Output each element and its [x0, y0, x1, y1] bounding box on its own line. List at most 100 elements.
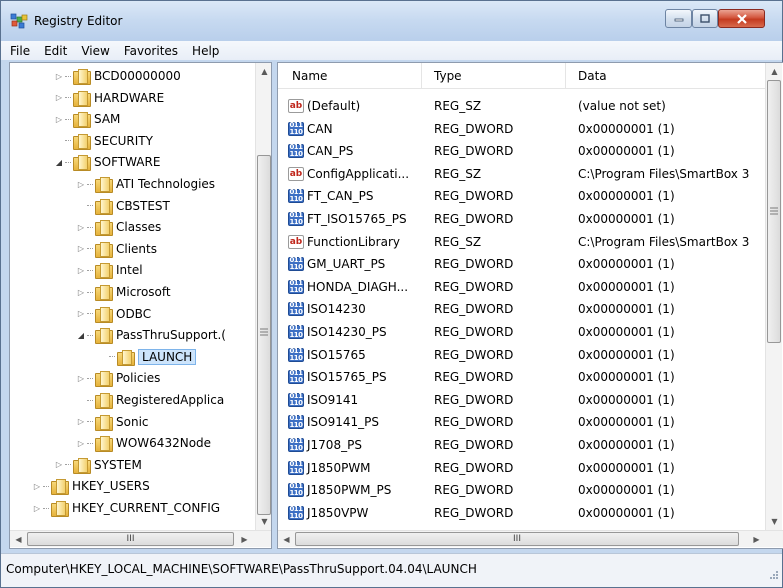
value-row[interactable]: 011 110 GM_UART_PS REG_DWORD 0x00000001 (1) — [278, 253, 765, 275]
close-button[interactable] — [718, 9, 765, 28]
tree-hscroll-thumb[interactable]: III — [27, 532, 234, 546]
value-row[interactable]: 011 110 J1708_PS REG_DWORD 0x00000001 (1) — [278, 434, 765, 456]
scroll-right-arrow-icon[interactable]: ▶ — [748, 531, 765, 548]
value-row[interactable]: 011 110 J1850PWM REG_DWORD 0x00000001 (1) — [278, 457, 765, 479]
expand-arrow-icon[interactable]: ▷ — [54, 114, 64, 124]
value-row[interactable]: 011 110 CAN REG_DWORD 0x00000001 (1) — [278, 118, 765, 140]
scroll-up-arrow-icon[interactable]: ▲ — [766, 63, 783, 80]
tree-item[interactable]: ▷ SYSTEM — [54, 454, 142, 476]
value-row[interactable]: 011 110 ISO14230_PS REG_DWORD 0x00000001 (1… — [278, 321, 765, 343]
tree-connector-line — [87, 313, 93, 315]
value-name: J1850PWM_PS — [307, 483, 392, 498]
tree-item[interactable]: RegisteredApplica — [76, 389, 224, 411]
column-header-name[interactable]: Name — [278, 63, 422, 89]
value-row[interactable]: 011 110 ISO9141 REG_DWORD 0x00000001 (1) — [278, 389, 765, 411]
tree-item[interactable]: SECURITY — [54, 130, 153, 152]
tree-item[interactable]: ▷ ODBC — [76, 303, 151, 325]
scroll-left-arrow-icon[interactable]: ◀ — [278, 531, 295, 548]
tree-item[interactable]: ▷ ATI Technologies — [76, 173, 215, 195]
expand-arrow-icon[interactable]: ▷ — [76, 265, 86, 275]
scroll-down-arrow-icon[interactable]: ▼ — [256, 513, 271, 530]
tree-item[interactable]: ▷ HKEY_USERS — [32, 475, 150, 497]
expand-arrow-icon[interactable]: ▷ — [76, 309, 86, 319]
tree-item-label: SECURITY — [94, 133, 153, 148]
tree-item[interactable]: ▷ BCD00000000 — [54, 65, 181, 87]
value-row[interactable]: 011 110 ISO15765 REG_DWORD 0x00000001 (1) — [278, 344, 765, 366]
menu-favorites[interactable]: Favorites — [117, 44, 185, 58]
tree-item[interactable]: ◢ SOFTWARE — [54, 151, 160, 173]
tree-item[interactable]: ▷ HARDWARE — [54, 87, 164, 109]
menu-edit[interactable]: Edit — [37, 44, 74, 58]
minimize-button[interactable] — [665, 9, 692, 28]
value-row[interactable]: 011 110 FT_ISO15765_PS REG_DWORD 0x00000001… — [278, 208, 765, 230]
value-row[interactable]: 011 110 HONDA_DIAGH... REG_DWORD 0x00000001… — [278, 276, 765, 298]
current-key-path: Computer\HKEY_LOCAL_MACHINE\SOFTWARE\Pas… — [6, 562, 477, 576]
expand-arrow-icon[interactable]: ▷ — [76, 287, 86, 297]
value-row[interactable]: 011 110 FT_CAN_PS REG_DWORD 0x00000001 (1) — [278, 185, 765, 207]
title-bar[interactable]: Registry Editor — [1, 1, 782, 41]
tree-item[interactable]: ◢ PassThruSupport.( — [76, 324, 226, 346]
dword-value-icon: 011 110 — [288, 482, 304, 498]
dword-value-icon: 011 110 — [288, 256, 304, 272]
tree-item[interactable]: ▷ WOW6432Node — [76, 432, 211, 454]
expand-arrow-icon[interactable]: ▷ — [54, 71, 64, 81]
tree-item-label: Classes — [116, 220, 162, 235]
expand-arrow-icon[interactable]: ▷ — [32, 503, 42, 513]
tree-item-label: BCD00000000 — [94, 69, 181, 83]
menu-help[interactable]: Help — [185, 44, 226, 58]
value-row[interactable]: 011 110 ISO9141_PS REG_DWORD 0x00000001 (1) — [278, 411, 765, 433]
value-row[interactable]: 011 110 CAN_PS REG_DWORD 0x00000001 (1) — [278, 140, 765, 162]
tree-item[interactable]: ▷ Sonic — [76, 411, 149, 433]
tree-item[interactable]: CBSTEST — [76, 195, 170, 217]
tree-item[interactable]: LAUNCH — [98, 346, 197, 368]
expand-arrow-icon[interactable]: ▷ — [76, 222, 86, 232]
tree-horizontal-scrollbar[interactable]: ◀ III ▶ — [10, 530, 271, 547]
tree-connector-line — [65, 140, 71, 142]
value-row[interactable]: ab (Default) REG_SZ (value not set) — [278, 95, 765, 117]
value-data: 0x00000001 (1) — [578, 347, 675, 362]
values-list-pane[interactable]: Name Type Data ab (Default) REG_SZ (value n… — [277, 62, 783, 549]
tree-item[interactable]: ▷ Classes — [76, 216, 161, 238]
collapse-arrow-icon[interactable]: ◢ — [76, 330, 86, 340]
tree-vertical-scrollbar[interactable]: ▲ ▼ — [255, 63, 271, 530]
tree-item[interactable]: ▷ Policies — [76, 367, 160, 389]
value-row[interactable]: 011 110 ISO15765_PS REG_DWORD 0x00000001 (1… — [278, 366, 765, 388]
value-row[interactable]: ab FunctionLibrary REG_SZ C:\Program Files\… — [278, 231, 765, 253]
expand-arrow-icon[interactable]: ▷ — [76, 179, 86, 189]
tree-item[interactable]: ▷ Clients — [76, 238, 157, 260]
scroll-down-arrow-icon[interactable]: ▼ — [766, 513, 783, 530]
column-header-type[interactable]: Type — [422, 63, 566, 89]
expand-arrow-icon[interactable]: ▷ — [32, 481, 42, 491]
scroll-up-arrow-icon[interactable]: ▲ — [256, 63, 271, 80]
maximize-button[interactable] — [692, 9, 718, 28]
tree-scroll-thumb[interactable] — [257, 155, 271, 515]
expand-arrow-icon[interactable]: ▷ — [76, 244, 86, 254]
list-hscroll-thumb[interactable]: III — [295, 532, 739, 546]
tree-item[interactable]: ▷ HKEY_CURRENT_CONFIG — [32, 497, 220, 519]
list-horizontal-scrollbar[interactable]: ◀ III ▶ — [278, 530, 783, 547]
value-row[interactable]: 011 110 J1850PWM_PS REG_DWORD 0x00000001 (1… — [278, 479, 765, 501]
expand-arrow-icon[interactable]: ▷ — [76, 373, 86, 383]
tree-item[interactable]: ▷ Intel — [76, 259, 143, 281]
expand-arrow-icon[interactable]: ▷ — [76, 417, 86, 427]
dword-value-icon: 011 110 — [288, 504, 304, 520]
list-vertical-scrollbar[interactable]: ▲ ▼ — [765, 63, 782, 530]
scroll-right-arrow-icon[interactable]: ▶ — [236, 531, 253, 548]
expand-arrow-icon[interactable]: ▷ — [76, 438, 86, 448]
tree-item[interactable]: ▷ Microsoft — [76, 281, 171, 303]
list-scroll-thumb[interactable] — [767, 80, 781, 343]
key-tree-pane[interactable]: ▷ BCD00000000 ▷ HARDWARE ▷ SAM SECURITY ◢ SOFTWA… — [9, 62, 272, 549]
expand-arrow-icon[interactable]: ▷ — [54, 460, 64, 470]
menu-view[interactable]: View — [74, 44, 116, 58]
value-row[interactable]: ab ConfigApplicati... REG_SZ C:\Program Fil… — [278, 163, 765, 185]
value-row[interactable]: 011 110 J1850VPW REG_DWORD 0x00000001 (1) — [278, 502, 765, 524]
scroll-left-arrow-icon[interactable]: ◀ — [10, 531, 27, 548]
tree-item-label: Microsoft — [116, 285, 171, 299]
menu-file[interactable]: File — [3, 44, 37, 58]
tree-item[interactable]: ▷ SAM — [54, 108, 120, 130]
resize-grip-icon[interactable] — [767, 570, 779, 582]
column-header-data[interactable]: Data — [566, 63, 765, 89]
collapse-arrow-icon[interactable]: ◢ — [54, 157, 64, 167]
expand-arrow-icon[interactable]: ▷ — [54, 93, 64, 103]
value-row[interactable]: 011 110 ISO14230 REG_DWORD 0x00000001 (1) — [278, 298, 765, 320]
